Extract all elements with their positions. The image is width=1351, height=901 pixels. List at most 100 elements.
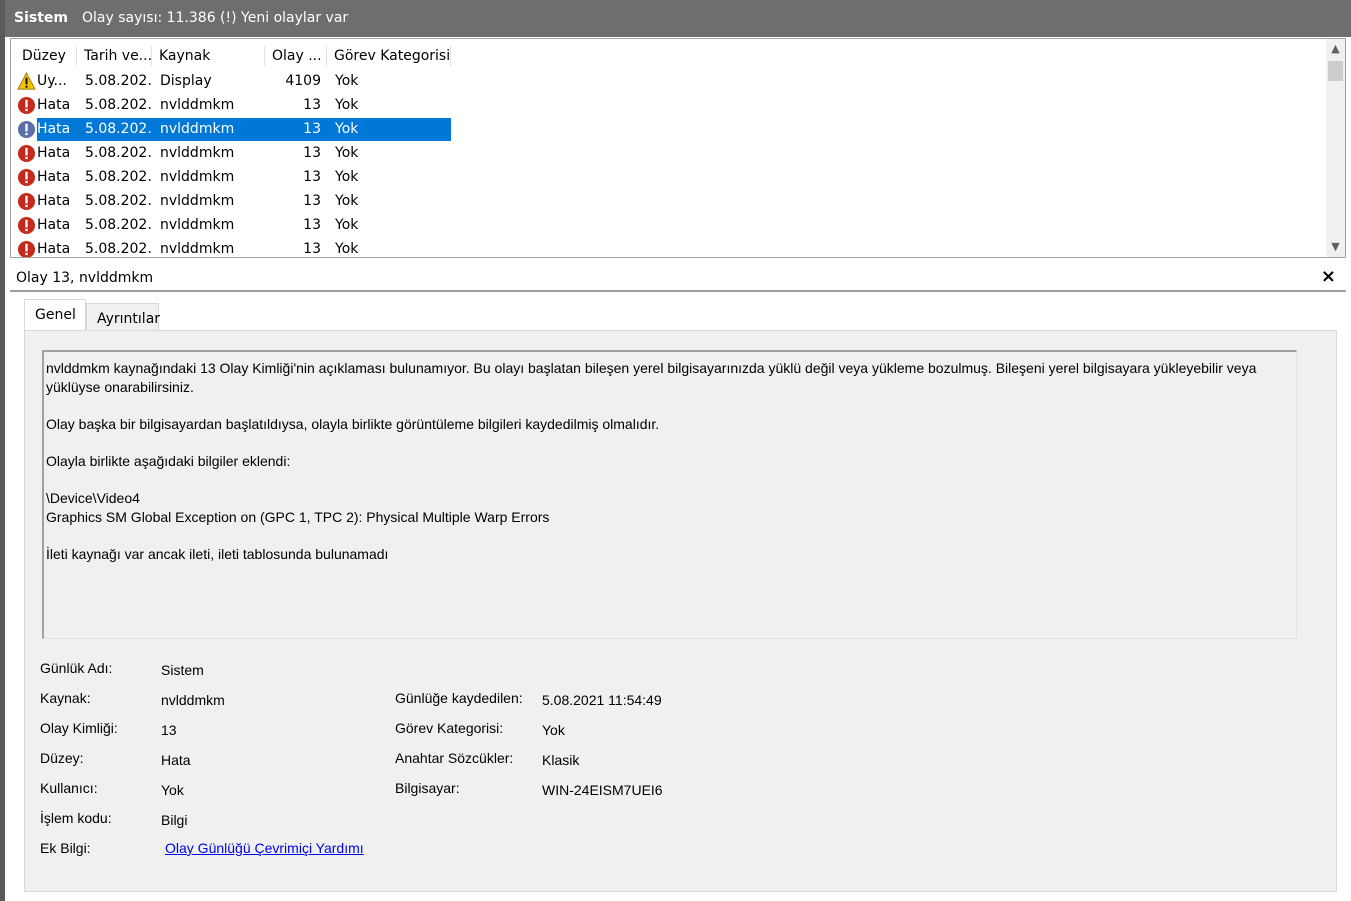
event-id-label: Olay Kimliği: — [40, 720, 118, 736]
description-paragraph: Olayla birlikte aşağıdaki bilgiler eklen… — [46, 453, 291, 469]
row-level: Hata — [37, 169, 71, 185]
log-name-label: Günlük Adı: — [40, 660, 113, 676]
row-level: Hata — [37, 97, 71, 113]
computer-label: Bilgisayar: — [395, 780, 460, 796]
warning-icon — [17, 72, 36, 90]
description-paragraph: nvlddmkm kaynağındaki 13 Olay Kimliği'ni… — [46, 360, 1257, 395]
source-label: Kaynak: — [40, 690, 91, 706]
scroll-thumb[interactable] — [1328, 61, 1343, 81]
user-value: Yok — [161, 782, 184, 798]
row-level: Hata — [37, 217, 71, 233]
error-icon — [17, 96, 36, 115]
row-event-id: 13 — [303, 169, 321, 185]
column-source[interactable]: Kaynak — [152, 43, 265, 69]
row-level: Hata — [37, 193, 71, 209]
row-event-id: 13 — [303, 193, 321, 209]
error-icon — [17, 240, 36, 257]
event-description[interactable]: nvlddmkm kaynağındaki 13 Olay Kimliği'ni… — [42, 350, 1297, 639]
table-row[interactable]: Hata 5.08.202... nvlddmkm 13 Yok — [11, 214, 451, 237]
row-source: nvlddmkm — [160, 241, 235, 257]
row-category: Yok — [335, 169, 359, 185]
keywords-label: Anahtar Sözcükler: — [395, 750, 514, 766]
table-row[interactable]: Hata 5.08.202... nvlddmkm 13 Yok — [11, 238, 451, 257]
online-help-link[interactable]: Olay Günlüğü Çevrimiçi Yardımı — [165, 840, 364, 856]
row-source: nvlddmkm — [160, 193, 235, 209]
row-category: Yok — [335, 193, 359, 209]
task-category-value: Yok — [542, 722, 565, 738]
row-source: nvlddmkm — [160, 217, 235, 233]
row-level: Hata — [37, 121, 71, 137]
row-event-id: 4109 — [285, 73, 321, 89]
row-date: 5.08.202... — [85, 217, 152, 233]
row-level: Hata — [37, 145, 71, 161]
row-date: 5.08.202... — [85, 97, 152, 113]
row-date: 5.08.202... — [85, 73, 152, 89]
level-label: Düzey: — [40, 750, 84, 766]
row-source: Display — [160, 73, 212, 89]
row-level: Uy... — [37, 73, 67, 89]
row-category: Yok — [335, 145, 359, 161]
row-category: Yok — [335, 97, 359, 113]
error-icon — [17, 192, 36, 211]
event-count: Olay sayısı: 11.386 (!) Yeni olaylar var — [82, 10, 349, 26]
event-list-scrollbar[interactable]: ▲ ▼ — [1326, 39, 1345, 257]
row-event-id: 13 — [303, 121, 321, 137]
row-category: Yok — [335, 217, 359, 233]
row-category: Yok — [335, 241, 359, 257]
source-value: nvlddmkm — [161, 692, 225, 708]
description-paragraph: Olay başka bir bilgisayardan başlatıldıy… — [46, 416, 660, 432]
row-event-id: 13 — [303, 145, 321, 161]
description-paragraph: İleti kaynağı var ancak ileti, ileti tab… — [46, 546, 389, 562]
row-category: Yok — [335, 73, 359, 89]
column-task-category[interactable]: Görev Kategorisi — [327, 43, 451, 69]
row-event-id: 13 — [303, 97, 321, 113]
tab-general[interactable]: Genel — [24, 299, 86, 331]
scroll-up-icon[interactable]: ▲ — [1326, 40, 1345, 58]
row-category: Yok — [335, 121, 359, 137]
error-icon — [17, 120, 36, 139]
row-event-id: 13 — [303, 241, 321, 257]
logged-value: 5.08.2021 11:54:49 — [542, 692, 662, 708]
description-line: Graphics SM Global Exception on (GPC 1, … — [46, 509, 550, 525]
event-id-value: 13 — [161, 722, 177, 738]
column-date[interactable]: Tarih ve... — [77, 43, 152, 69]
user-label: Kullanıcı: — [40, 780, 98, 796]
column-event-id[interactable]: Olay ... — [265, 43, 327, 69]
computer-value: WIN-24EISM7UEI6 — [542, 782, 663, 798]
table-row-selected[interactable]: Hata 5.08.202... nvlddmkm 13 Yok — [11, 118, 451, 141]
table-row[interactable]: Hata 5.08.202... nvlddmkm 13 Yok — [11, 166, 451, 189]
error-icon — [17, 168, 36, 187]
task-category-label: Görev Kategorisi: — [395, 720, 504, 736]
row-source: nvlddmkm — [160, 121, 235, 137]
log-title-bar: Sistem Olay sayısı: 11.386 (!) Yeni olay… — [5, 0, 1351, 37]
description-line: \Device\Video4 — [46, 490, 140, 506]
log-name: Sistem — [14, 10, 68, 26]
row-date: 5.08.202... — [85, 241, 152, 257]
event-viewer-window: Sistem Olay sayısı: 11.386 (!) Yeni olay… — [0, 0, 1351, 901]
row-event-id: 13 — [303, 217, 321, 233]
logged-label: Günlüğe kaydedilen: — [395, 690, 523, 706]
row-source: nvlddmkm — [160, 169, 235, 185]
row-source: nvlddmkm — [160, 145, 235, 161]
table-row[interactable]: Hata 5.08.202... nvlddmkm 13 Yok — [11, 94, 451, 117]
tab-details[interactable]: Ayrıntılar — [86, 303, 160, 331]
scroll-down-icon[interactable]: ▼ — [1326, 238, 1345, 256]
column-level[interactable]: Düzey — [15, 43, 77, 69]
event-list[interactable]: Düzey Tarih ve... Kaynak Olay ... Görev … — [10, 38, 1346, 258]
detail-title: Olay 13, nvlddmkm — [16, 270, 154, 286]
general-tab-panel: nvlddmkm kaynağındaki 13 Olay Kimliği'ni… — [24, 330, 1337, 892]
table-row[interactable]: Hata 5.08.202... nvlddmkm 13 Yok — [11, 142, 451, 165]
detail-header: Olay 13, nvlddmkm × — [10, 264, 1346, 292]
row-date: 5.08.202... — [85, 169, 152, 185]
table-row[interactable]: Hata 5.08.202... nvlddmkm 13 Yok — [11, 190, 451, 213]
level-value: Hata — [161, 752, 191, 768]
more-info-label: Ek Bilgi: — [40, 840, 91, 856]
row-level: Hata — [37, 241, 71, 257]
error-icon — [17, 144, 36, 163]
row-date: 5.08.202... — [85, 145, 152, 161]
table-row[interactable]: Uy... 5.08.202... Display 4109 Yok — [11, 70, 451, 93]
row-date: 5.08.202... — [85, 121, 152, 137]
close-icon[interactable]: × — [1321, 266, 1336, 287]
error-icon — [17, 216, 36, 235]
row-date: 5.08.202... — [85, 193, 152, 209]
